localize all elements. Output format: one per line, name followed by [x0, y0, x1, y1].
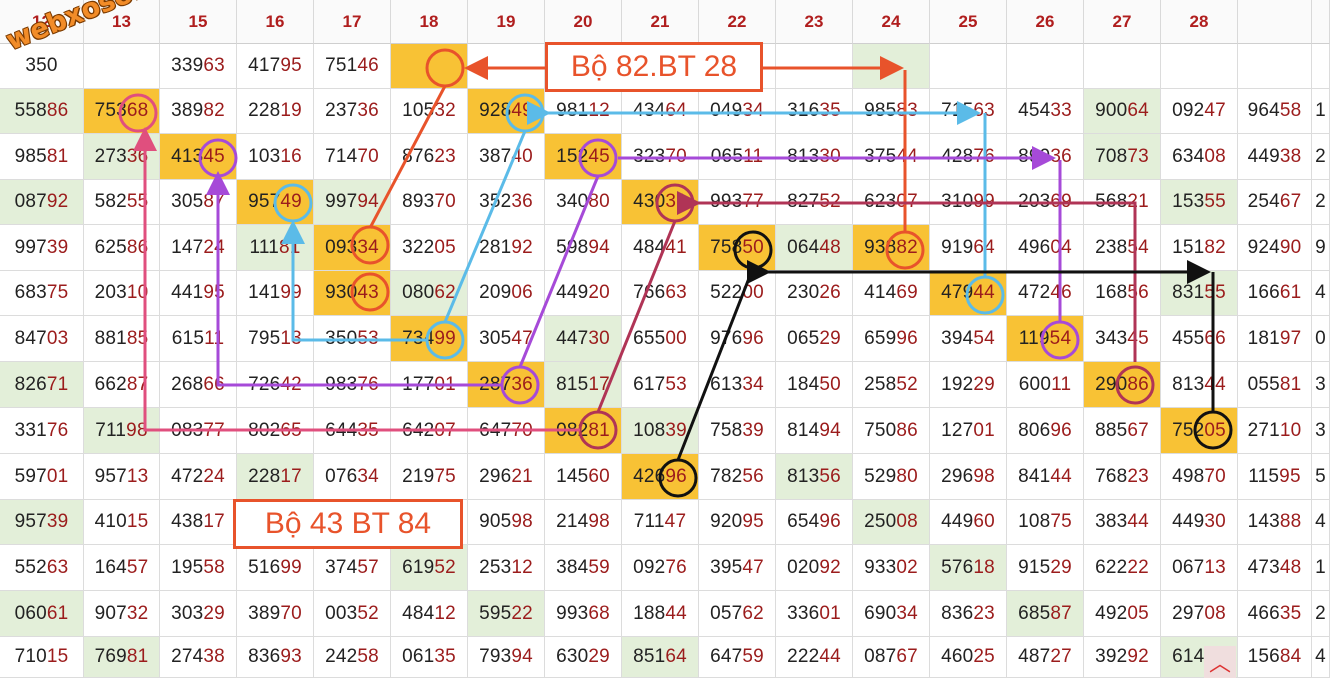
highlight-circle	[500, 365, 540, 405]
label-bo-82: Bộ 82.BT 28	[545, 42, 763, 92]
highlight-circle	[273, 183, 313, 223]
highlight-circle	[658, 458, 698, 498]
connector-line	[676, 267, 755, 461]
highlight-circle	[1193, 410, 1233, 450]
highlight-circle	[965, 275, 1005, 315]
connector-line	[443, 130, 527, 323]
connector-line	[518, 175, 600, 368]
connector-arrow	[677, 191, 1137, 362]
highlight-circle	[118, 93, 158, 133]
highlight-circle	[505, 93, 545, 133]
highlight-circle	[578, 410, 618, 450]
connector-arrow	[206, 171, 502, 387]
pattern-overlay	[118, 48, 1233, 498]
highlight-circle	[198, 138, 238, 178]
highlight-circle	[425, 320, 465, 360]
highlight-circle	[655, 183, 695, 223]
connector-line	[596, 220, 677, 413]
chevron-up-icon: ︿	[1208, 651, 1231, 676]
highlight-circle	[578, 138, 618, 178]
connector-line	[368, 85, 447, 229]
label-bo-43: Bộ 43 BT 84	[233, 499, 463, 549]
highlight-circle	[350, 225, 390, 265]
scroll-top-button[interactable]: ︿	[1204, 646, 1236, 678]
highlight-circle	[1115, 365, 1155, 405]
highlight-circle	[1040, 320, 1080, 360]
highlight-circle	[425, 48, 465, 88]
connector-arrow	[281, 220, 428, 342]
highlight-circle	[885, 230, 925, 270]
highlight-circle	[733, 230, 773, 270]
highlight-circle	[350, 272, 390, 312]
